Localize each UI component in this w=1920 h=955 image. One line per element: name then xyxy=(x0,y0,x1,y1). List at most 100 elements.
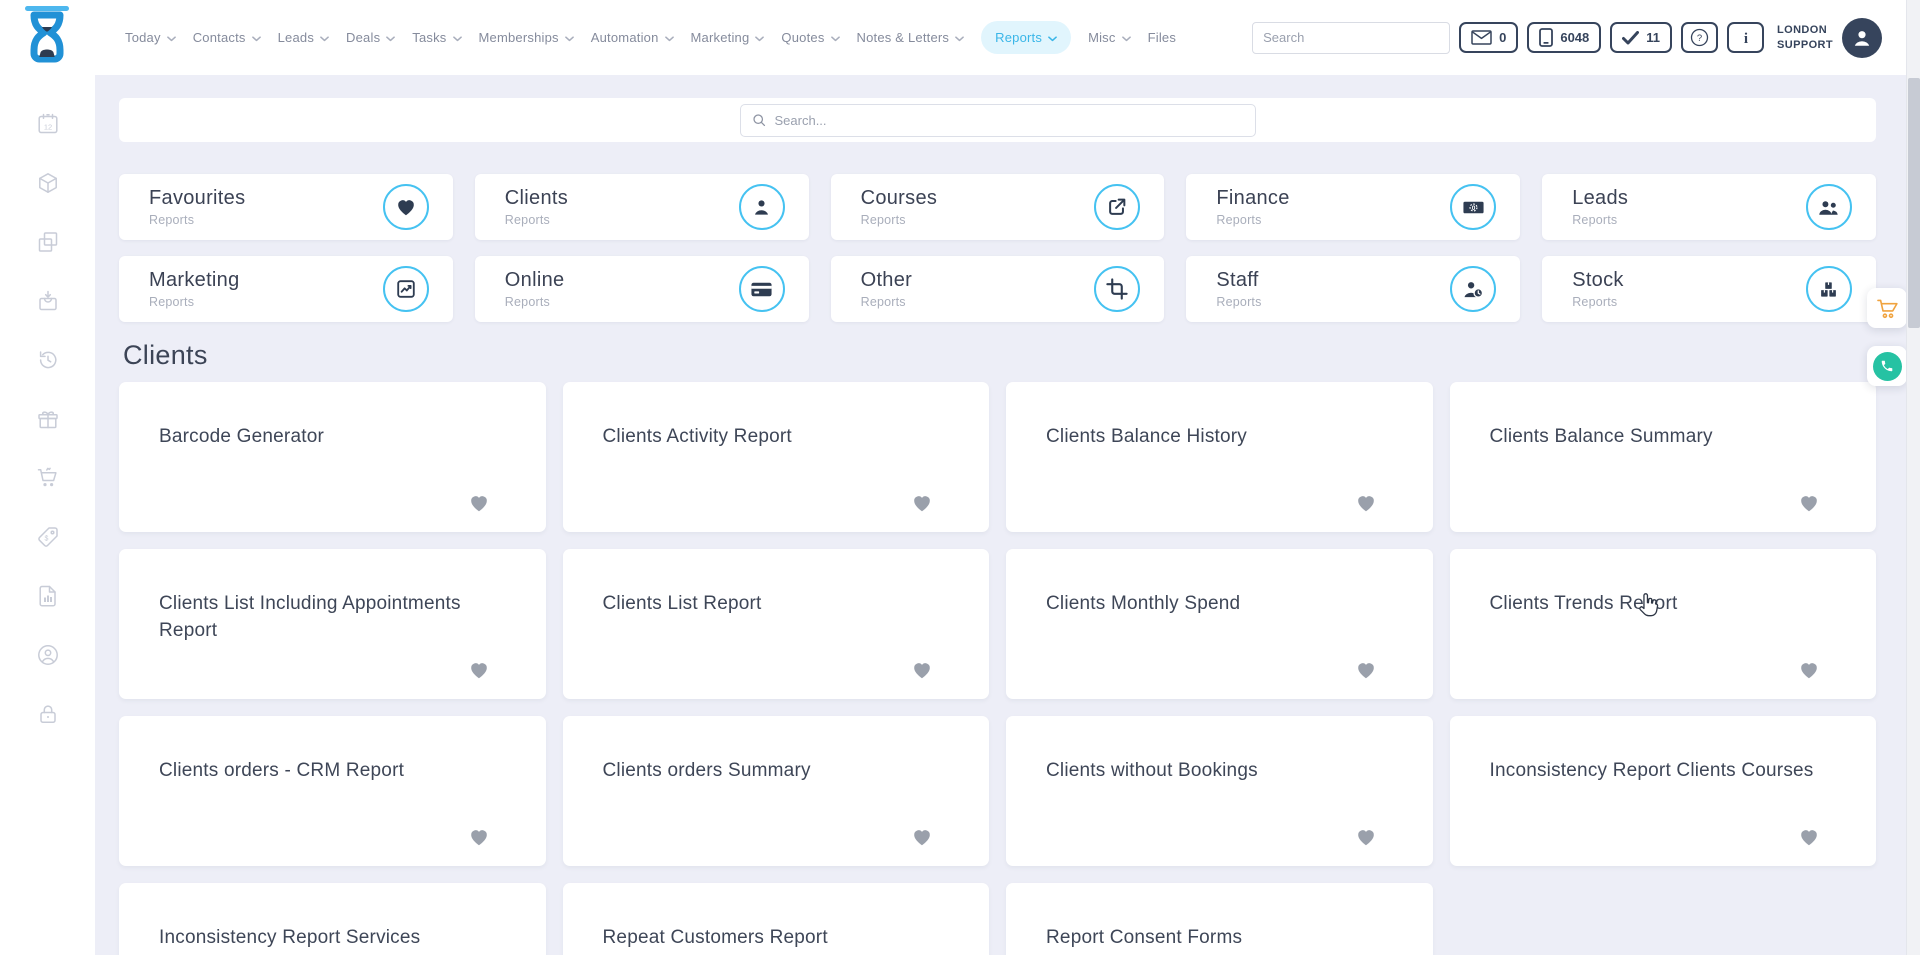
floating-buttons xyxy=(1867,288,1907,386)
nav-item-memberships[interactable]: Memberships xyxy=(479,30,574,45)
report-card-repeat-customers-report[interactable]: Repeat Customers Report xyxy=(563,883,990,955)
scrollbar-thumb[interactable] xyxy=(1908,78,1920,328)
sidebar-item-report-file[interactable] xyxy=(35,583,61,609)
content-search xyxy=(740,104,1256,137)
help-button[interactable]: ? xyxy=(1681,22,1718,53)
report-title: Clients List Report xyxy=(603,591,954,618)
calendar-icon: 12 xyxy=(36,112,60,136)
badge-count: 6048 xyxy=(1560,30,1589,45)
favourite-heart-icon[interactable] xyxy=(468,492,490,519)
report-card-clients-balance-history[interactable]: Clients Balance History xyxy=(1006,382,1433,532)
sidebar-item-package[interactable] xyxy=(35,170,61,196)
report-card-clients-activity-report[interactable]: Clients Activity Report xyxy=(563,382,990,532)
nav-item-marketing[interactable]: Marketing xyxy=(691,30,765,45)
info-button[interactable]: i xyxy=(1727,22,1764,53)
category-card-courses[interactable]: CoursesReports xyxy=(831,174,1165,240)
navbar-search-button[interactable] xyxy=(1449,23,1450,53)
favourite-heart-icon[interactable] xyxy=(911,492,933,519)
cart-icon xyxy=(1876,298,1899,319)
sidebar-item-gift[interactable] xyxy=(35,406,61,432)
nav-item-notes-letters[interactable]: Notes & Letters xyxy=(857,30,965,45)
category-title: Stock xyxy=(1572,269,1624,292)
category-card-online[interactable]: OnlineReports xyxy=(475,256,809,322)
sidebar-item-cart[interactable] xyxy=(35,465,61,491)
sidebar-item-price-tag[interactable]: $ xyxy=(35,524,61,550)
favourite-heart-icon[interactable] xyxy=(1355,826,1377,853)
phone-icon xyxy=(1873,352,1902,381)
favourite-heart-icon[interactable] xyxy=(911,826,933,853)
sidebar-item-lock[interactable] xyxy=(35,701,61,727)
favourite-heart-icon[interactable] xyxy=(468,826,490,853)
boxes-icon xyxy=(1817,278,1840,301)
nav-item-quotes[interactable]: Quotes xyxy=(781,30,839,45)
favourite-heart-icon[interactable] xyxy=(1798,826,1820,853)
caret-down-icon xyxy=(955,36,964,42)
nav-item-today[interactable]: Today xyxy=(125,30,176,45)
report-card-clients-balance-summary[interactable]: Clients Balance Summary xyxy=(1450,382,1877,532)
nav-item-reports[interactable]: Reports xyxy=(981,21,1071,54)
report-title: Clients Monthly Spend xyxy=(1046,591,1397,618)
sidebar-item-copy[interactable] xyxy=(35,229,61,255)
person-clock-icon xyxy=(1462,278,1485,301)
caret-down-icon xyxy=(252,36,261,42)
category-card-leads[interactable]: LeadsReports xyxy=(1542,174,1876,240)
navbar-check-button[interactable]: 11 xyxy=(1610,22,1672,53)
report-card-clients-without-bookings[interactable]: Clients without Bookings xyxy=(1006,716,1433,866)
report-card-clients-trends-report[interactable]: Clients Trends Report xyxy=(1450,549,1877,699)
banknote-icon: 0 xyxy=(1462,196,1485,219)
navbar-envelope-button[interactable]: 0 xyxy=(1459,22,1518,53)
category-card-stock[interactable]: StockReports xyxy=(1542,256,1876,322)
category-icon-circle xyxy=(1806,266,1852,312)
sidebar-item-history[interactable] xyxy=(35,347,61,373)
category-card-clients[interactable]: ClientsReports xyxy=(475,174,809,240)
floating-call-button[interactable] xyxy=(1867,346,1907,386)
category-card-favourites[interactable]: FavouritesReports xyxy=(119,174,453,240)
sidebar-item-calendar[interactable]: 12 xyxy=(35,111,61,137)
category-card-other[interactable]: OtherReports xyxy=(831,256,1165,322)
category-card-marketing[interactable]: MarketingReports xyxy=(119,256,453,322)
report-card-inconsistency-report-clients-courses[interactable]: Inconsistency Report Clients Courses xyxy=(1450,716,1877,866)
nav-item-leads[interactable]: Leads xyxy=(278,30,329,45)
favourite-heart-icon[interactable] xyxy=(1355,492,1377,519)
favourite-heart-icon[interactable] xyxy=(911,659,933,686)
report-card-clients-orders-crm-report[interactable]: Clients orders - CRM Report xyxy=(119,716,546,866)
report-card-clients-orders-summary[interactable]: Clients orders Summary xyxy=(563,716,990,866)
report-title: Barcode Generator xyxy=(159,424,510,451)
caret-down-icon xyxy=(386,36,395,42)
report-card-inconsistency-report-services[interactable]: Inconsistency Report Services xyxy=(119,883,546,955)
navbar-mobile-button[interactable]: 6048 xyxy=(1527,22,1601,53)
content-search-input[interactable] xyxy=(775,113,1244,128)
category-card-text: MarketingReports xyxy=(149,269,240,309)
category-card-finance[interactable]: FinanceReports0 xyxy=(1186,174,1520,240)
favourite-heart-icon[interactable] xyxy=(1798,492,1820,519)
nav-item-tasks[interactable]: Tasks xyxy=(412,30,461,45)
favourite-heart-icon[interactable] xyxy=(1798,659,1820,686)
category-title: Other xyxy=(861,269,913,292)
chart-box-icon xyxy=(395,278,417,300)
nav-item-automation[interactable]: Automation xyxy=(591,30,674,45)
report-card-report-consent-forms[interactable]: Report Consent Forms xyxy=(1006,883,1433,955)
avatar[interactable] xyxy=(1842,18,1882,58)
favourite-heart-icon[interactable] xyxy=(468,659,490,686)
floating-cart-button[interactable] xyxy=(1867,288,1907,328)
nav-item-deals[interactable]: Deals xyxy=(346,30,395,45)
report-card-clients-list-report[interactable]: Clients List Report xyxy=(563,549,990,699)
nav-item-label: Marketing xyxy=(691,30,750,45)
category-card-staff[interactable]: StaffReports xyxy=(1186,256,1520,322)
category-title: Finance xyxy=(1216,187,1289,210)
category-subtitle: Reports xyxy=(861,213,938,227)
nav-item-misc[interactable]: Misc xyxy=(1088,30,1131,45)
scrollbar[interactable] xyxy=(1906,0,1920,955)
sidebar-item-basket-in[interactable] xyxy=(35,288,61,314)
nav-item-contacts[interactable]: Contacts xyxy=(193,30,261,45)
navbar-search-input[interactable] xyxy=(1253,30,1449,45)
report-card-clients-monthly-spend[interactable]: Clients Monthly Spend xyxy=(1006,549,1433,699)
svg-text:?: ? xyxy=(1697,33,1702,44)
favourite-heart-icon[interactable] xyxy=(1355,659,1377,686)
hourglass-logo-icon[interactable] xyxy=(18,5,76,69)
nav-item-files[interactable]: Files xyxy=(1148,30,1176,45)
sidebar-item-user-account[interactable] xyxy=(35,642,61,668)
external-link-icon xyxy=(1106,196,1128,218)
report-card-clients-list-including-appointments-report[interactable]: Clients List Including Appointments Repo… xyxy=(119,549,546,699)
report-card-barcode-generator[interactable]: Barcode Generator xyxy=(119,382,546,532)
